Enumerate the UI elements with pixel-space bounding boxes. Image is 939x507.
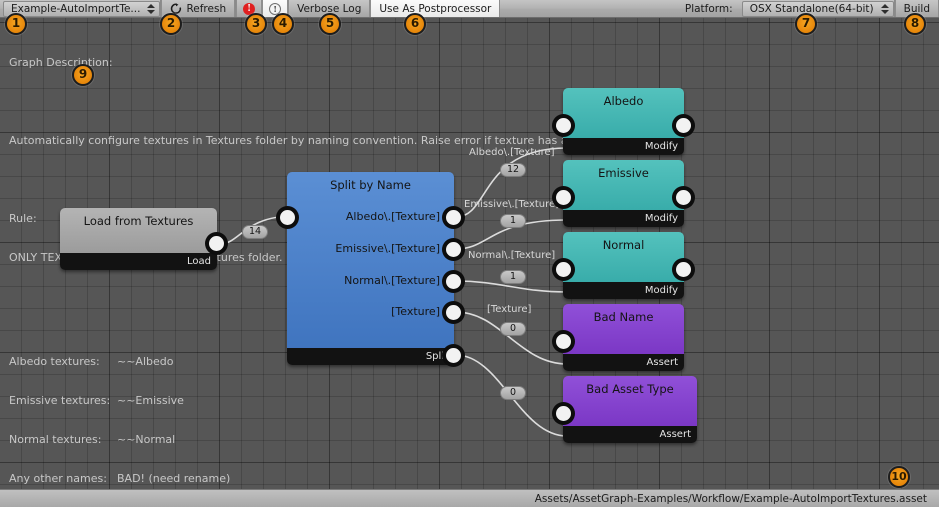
status-bar: Assets/AssetGraph-Examples/Workflow/Exam… bbox=[0, 489, 939, 507]
platform-label-text: Platform: bbox=[684, 2, 733, 15]
annotation-badge-9: 9 bbox=[72, 64, 94, 86]
node-output-slot-texture[interactable] bbox=[446, 305, 461, 320]
platform-dropdown[interactable]: OSX Standalone(64-bit) bbox=[741, 1, 894, 17]
edge-count-load-split[interactable]: 14 bbox=[242, 225, 268, 239]
annotation-badge-6: 6 bbox=[404, 13, 426, 35]
node-emissive[interactable]: Emissive Modify bbox=[556, 160, 691, 227]
node-title: Emissive bbox=[598, 166, 649, 180]
node-footer: Assert bbox=[563, 426, 697, 443]
refresh-label: Refresh bbox=[186, 2, 227, 15]
chevron-updown-icon bbox=[146, 3, 156, 15]
graph-canvas[interactable]: Graph Description: Automatically configu… bbox=[0, 18, 939, 489]
output-label-albedo: Albedo\.[Texture] bbox=[345, 210, 440, 223]
edge-count-badasset[interactable]: 0 bbox=[500, 386, 526, 400]
node-normal[interactable]: Normal Modify bbox=[556, 232, 691, 299]
node-footer: Load bbox=[60, 253, 217, 270]
annotation-badge-10: 10 bbox=[888, 466, 910, 488]
output-label-texture: [Texture] bbox=[391, 305, 440, 318]
node-albedo[interactable]: Albedo Modify bbox=[556, 88, 691, 155]
annotation-badge-7: 7 bbox=[795, 13, 817, 35]
node-output-slot[interactable] bbox=[676, 262, 691, 277]
output-label-emissive: Emissive\.[Texture] bbox=[335, 242, 440, 255]
node-output-slot-other[interactable] bbox=[446, 348, 461, 363]
node-title: Normal bbox=[602, 238, 645, 252]
annotation-badge-5: 5 bbox=[319, 13, 341, 35]
assetgraph-editor-window: Example-AutoImportTe... Refresh ! ! Verb… bbox=[0, 0, 939, 507]
node-bad-name[interactable]: Bad Name Assert bbox=[556, 304, 684, 371]
platform-label: Platform: bbox=[679, 0, 739, 17]
node-footer: Modify bbox=[563, 210, 684, 227]
node-output-slot[interactable] bbox=[676, 118, 691, 133]
node-footer: Modify bbox=[563, 282, 684, 299]
node-output-slot[interactable] bbox=[209, 236, 224, 251]
node-load-from-textures[interactable]: Load from Textures Load bbox=[60, 208, 224, 270]
output-label-normal: Normal\.[Texture] bbox=[344, 274, 440, 287]
node-output-slot-albedo[interactable] bbox=[446, 210, 461, 225]
node-input-slot[interactable] bbox=[556, 190, 571, 205]
node-footer: Split bbox=[287, 348, 454, 365]
node-title: Load from Textures bbox=[83, 214, 194, 228]
annotation-badge-4: 4 bbox=[272, 13, 294, 35]
node-input-slot[interactable] bbox=[280, 210, 295, 225]
node-output-slot[interactable] bbox=[676, 190, 691, 205]
node-body bbox=[287, 172, 454, 351]
edge-split-badname bbox=[455, 311, 568, 365]
edge-split-albedo bbox=[455, 147, 568, 218]
edge-count-albedo[interactable]: 12 bbox=[500, 163, 526, 177]
node-input-slot[interactable] bbox=[556, 262, 571, 277]
node-input-slot[interactable] bbox=[556, 118, 571, 133]
node-title: Albedo bbox=[603, 94, 644, 108]
graph-selector-value: Example-AutoImportTe... bbox=[11, 3, 141, 15]
use-as-postprocessor-toggle[interactable]: Use As Postprocessor bbox=[370, 0, 501, 17]
edge-count-emissive[interactable]: 1 bbox=[500, 214, 526, 228]
edge-count-badname[interactable]: 0 bbox=[500, 322, 526, 336]
use-as-postprocessor-label: Use As Postprocessor bbox=[379, 2, 492, 15]
annotation-badge-3: 3 bbox=[245, 13, 267, 35]
annotation-badge-8: 8 bbox=[904, 13, 926, 35]
platform-value: OSX Standalone(64-bit) bbox=[749, 3, 874, 15]
node-output-slot-emissive[interactable] bbox=[446, 242, 461, 257]
node-split-by-name[interactable]: Split by Name Split Albedo\.[Texture] Em… bbox=[280, 172, 461, 365]
graph-asset-path: Assets/AssetGraph-Examples/Workflow/Exam… bbox=[534, 492, 927, 505]
node-title: Bad Asset Type bbox=[586, 382, 674, 396]
annotation-badge-2: 2 bbox=[160, 13, 182, 35]
graph-selector-dropdown[interactable]: Example-AutoImportTe... bbox=[3, 1, 161, 17]
node-input-slot[interactable] bbox=[556, 334, 571, 349]
node-output-slot-normal[interactable] bbox=[446, 274, 461, 289]
chevron-updown-icon bbox=[880, 3, 889, 15]
annotation-badge-1: 1 bbox=[5, 13, 27, 35]
node-input-slot[interactable] bbox=[556, 406, 571, 421]
node-footer: Modify bbox=[563, 138, 684, 155]
edge-count-normal[interactable]: 1 bbox=[500, 270, 526, 284]
node-title: Split by Name bbox=[330, 178, 411, 192]
node-title: Bad Name bbox=[593, 310, 654, 324]
node-footer: Assert bbox=[563, 354, 684, 371]
node-bad-asset-type[interactable]: Bad Asset Type Assert bbox=[556, 376, 697, 443]
